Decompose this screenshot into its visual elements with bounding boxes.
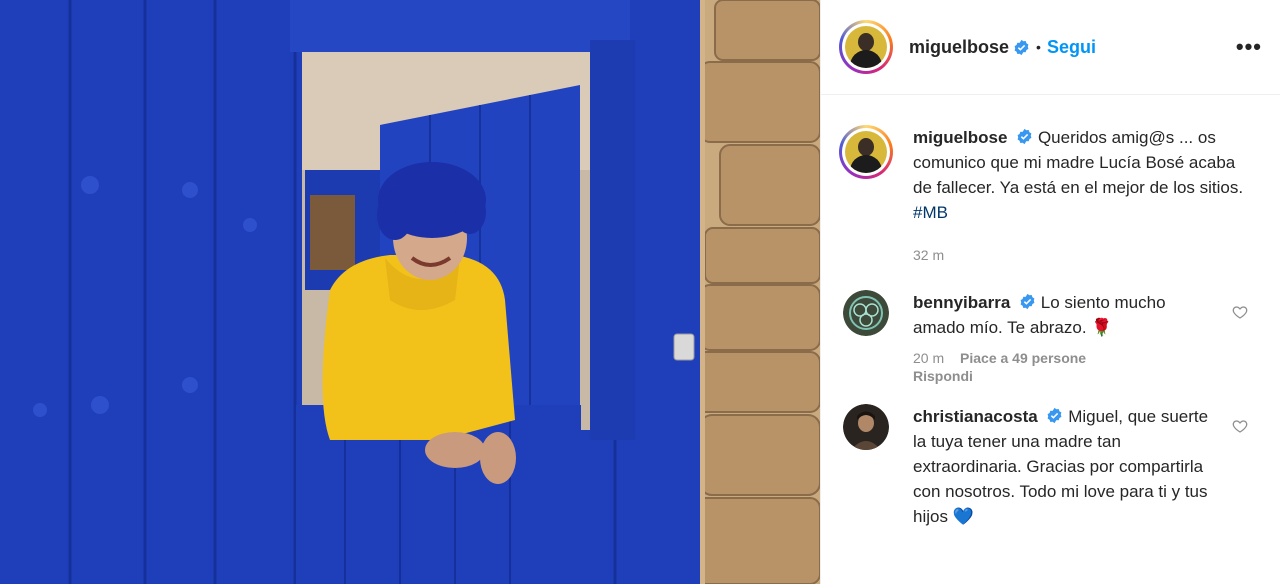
comment-body: bennyibarra Lo siento mucho amado mío. T… — [913, 290, 1213, 384]
comment-meta: 20 m Piace a 49 persone — [913, 350, 1213, 366]
caption-hashtag[interactable]: #MB — [913, 203, 948, 222]
more-options-icon[interactable]: ••• — [1236, 34, 1262, 60]
comment-likes[interactable]: Piace a 49 persone — [960, 350, 1086, 366]
comment-item: bennyibarra Lo siento mucho amado mío. T… — [821, 290, 1280, 384]
verified-badge-icon — [1014, 39, 1029, 55]
separator-dot: • — [1036, 39, 1041, 55]
post-side-panel: miguelbose • Segui ••• miguelbose Querid… — [820, 0, 1280, 584]
caption-avatar[interactable] — [839, 125, 893, 179]
instagram-post: miguelbose • Segui ••• miguelbose Querid… — [0, 0, 1280, 584]
caption-username[interactable]: miguelbose — [913, 128, 1007, 147]
comment-body: christianacosta Miguel, que suerte la tu… — [913, 404, 1213, 529]
comment-timestamp[interactable]: 20 m — [913, 350, 944, 366]
caption-body: miguelbose Queridos amig@s ... os comuni… — [913, 125, 1258, 268]
verified-badge-icon — [1020, 293, 1035, 310]
photo-illustration — [0, 0, 820, 584]
comment-item: christianacosta Miguel, que suerte la tu… — [821, 404, 1280, 529]
commenter-avatar[interactable] — [843, 404, 889, 450]
follow-button[interactable]: Segui — [1047, 37, 1096, 58]
comment-username[interactable]: bennyibarra — [913, 293, 1010, 312]
post-header: miguelbose • Segui ••• — [821, 0, 1280, 95]
author-avatar[interactable] — [839, 20, 893, 74]
verified-badge-icon — [1017, 128, 1032, 145]
post-caption: miguelbose Queridos amig@s ... os comuni… — [821, 95, 1280, 268]
post-photo[interactable] — [0, 0, 820, 584]
verified-badge-icon — [1048, 407, 1062, 424]
author-username[interactable]: miguelbose — [909, 37, 1009, 58]
heart-outline-icon[interactable] — [1232, 304, 1248, 320]
commenter-avatar[interactable] — [843, 290, 889, 336]
reply-button[interactable]: Rispondi — [913, 368, 1213, 384]
caption-timestamp[interactable]: 32 m — [913, 243, 1258, 268]
comment-username[interactable]: christianacosta — [913, 407, 1038, 426]
heart-outline-icon[interactable] — [1232, 418, 1248, 434]
